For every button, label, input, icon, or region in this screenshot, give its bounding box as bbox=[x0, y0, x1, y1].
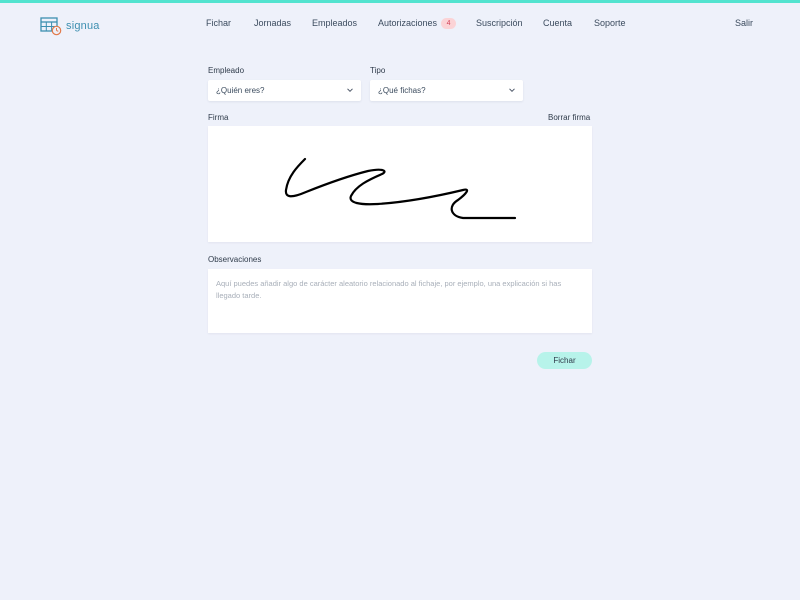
type-select-value: ¿Qué fichas? bbox=[378, 86, 426, 95]
app-name: signua bbox=[66, 20, 100, 32]
signature-label: Firma bbox=[208, 113, 229, 122]
signature-pad[interactable] bbox=[208, 126, 592, 242]
nav-item-cuenta[interactable]: Cuenta bbox=[543, 18, 572, 28]
notification-badge: 4 bbox=[441, 18, 457, 29]
nav-item-suscripcion[interactable]: Suscripción bbox=[476, 18, 523, 28]
chevron-down-icon bbox=[347, 88, 353, 93]
fichar-button[interactable]: Fichar bbox=[537, 352, 592, 369]
type-label: Tipo bbox=[370, 66, 386, 75]
chevron-down-icon bbox=[509, 88, 515, 93]
logout-link[interactable]: Salir bbox=[735, 18, 753, 28]
notes-textarea[interactable]: Aquí puedes añadir algo de carácter alea… bbox=[208, 269, 592, 333]
top-nav: signua Fichar Jornadas Empleados Autoriz… bbox=[0, 3, 800, 47]
type-select[interactable]: ¿Qué fichas? bbox=[370, 80, 523, 101]
employee-label: Empleado bbox=[208, 66, 245, 75]
nav-item-label: Autorizaciones bbox=[378, 18, 438, 28]
nav-item-autorizaciones[interactable]: Autorizaciones 4 bbox=[378, 18, 457, 29]
notes-label: Observaciones bbox=[208, 255, 262, 264]
signature-stroke bbox=[284, 157, 517, 220]
nav-item-soporte[interactable]: Soporte bbox=[594, 18, 626, 28]
nav-item-jornadas[interactable]: Jornadas bbox=[254, 18, 291, 28]
nav-item-empleados[interactable]: Empleados bbox=[312, 18, 357, 28]
employee-select[interactable]: ¿Quién eres? bbox=[208, 80, 361, 101]
notes-placeholder: Aquí puedes añadir algo de carácter alea… bbox=[216, 279, 562, 300]
nav-item-fichar[interactable]: Fichar bbox=[206, 18, 231, 28]
employee-select-value: ¿Quién eres? bbox=[216, 86, 265, 95]
calendar-clock-icon bbox=[40, 17, 62, 36]
clear-signature-button[interactable]: Borrar firma bbox=[548, 113, 590, 122]
logo[interactable]: signua bbox=[40, 15, 100, 37]
